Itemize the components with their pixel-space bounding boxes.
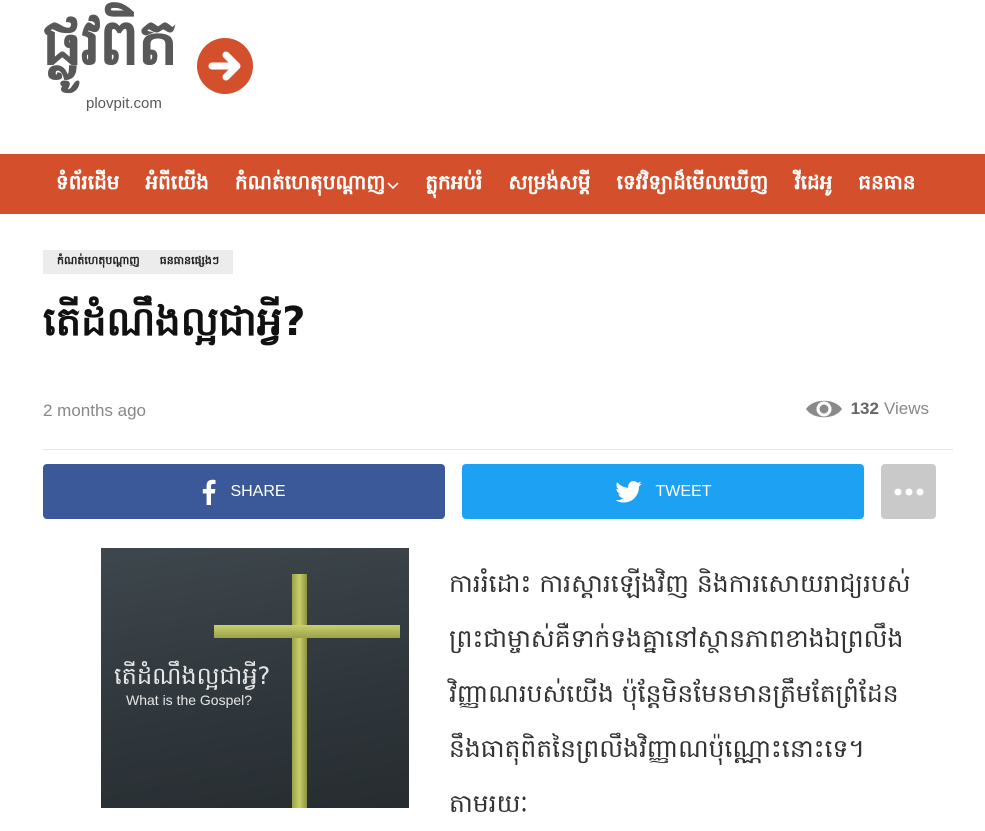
- logo-wordmark: ផ្លូវពិត: [42, 6, 178, 80]
- nav-item-blog[interactable]: កំណត់ហេតុបណ្ដាញ: [235, 169, 399, 199]
- nav-item-label: ត្លុកអប់រំ: [425, 170, 483, 194]
- nav-item-quotes[interactable]: សម្រង់សម្ដី: [509, 169, 591, 199]
- nav-item-resources[interactable]: ធនធាន: [858, 169, 915, 199]
- nav-item-label: វីដេអូ: [794, 170, 833, 194]
- divider: [43, 449, 953, 450]
- main-nav: ទំព័រដើម អំពីយើង កំណត់ហេតុបណ្ដាញ ត្លុកអប…: [0, 154, 985, 214]
- nav-item-videos[interactable]: វីដេអូ: [794, 169, 832, 199]
- facebook-share-label: SHARE: [230, 482, 286, 500]
- image-title-km: តើដំណឹងល្អជាអ្វី?: [114, 662, 271, 690]
- nav-item-label: ទេវវិទ្យាដ៏មើលឃើញ: [616, 170, 769, 194]
- twitter-icon: [614, 480, 642, 503]
- category-tag-blog[interactable]: កំណត់ហេតុបណ្ដាញ: [47, 254, 150, 270]
- facebook-share-button[interactable]: SHARE: [43, 464, 445, 519]
- nav-item-visual-theology[interactable]: ទេវវិទ្យាដ៏មើលឃើញ: [617, 169, 769, 199]
- nav-item-label: សម្រង់សម្ដី: [508, 170, 591, 194]
- post-date: 2 months ago: [43, 401, 147, 420]
- chevron-down-icon: [387, 182, 399, 190]
- nav-item-about[interactable]: អំពីយើង: [145, 169, 208, 199]
- nav-item-label: កំណត់ហេតុបណ្ដាញ: [234, 170, 386, 194]
- image-title-en: What is the Gospel?: [126, 692, 253, 708]
- facebook-icon: [203, 479, 216, 505]
- more-share-button[interactable]: [881, 464, 936, 519]
- nav-item-comedy[interactable]: ត្លុកអប់រំ: [425, 169, 482, 199]
- views-label: Views: [883, 399, 929, 418]
- eye-icon: [805, 400, 842, 418]
- nav-item-label: ធនធាន: [858, 170, 916, 194]
- article-featured-image: តើដំណឹងល្អជាអ្វី? What is the Gospel?: [101, 548, 409, 808]
- twitter-share-button[interactable]: TWEET: [462, 464, 864, 519]
- nav-item-label: អំពីយើង: [145, 170, 209, 194]
- category-tags: កំណត់ហេតុបណ្ដាញ ធនធានផ្សេងៗ: [43, 250, 234, 274]
- article-body: ការរំដោះ ការស្ដារឡើងវិញ និងការសោយរាជ្យរប…: [449, 569, 911, 818]
- nav-item-home[interactable]: ទំព័រដើម: [56, 169, 119, 199]
- twitter-share-label: TWEET: [655, 482, 712, 500]
- logo-domain: plovpit.com: [86, 95, 162, 112]
- more-dots-icon: [894, 488, 923, 495]
- nav-item-label: ទំព័រដើម: [56, 170, 120, 194]
- view-counter: 132 Views: [805, 396, 929, 422]
- arrow-right-icon: [197, 38, 253, 94]
- cross-horizontal-beam: [214, 625, 400, 638]
- category-tag-resources[interactable]: ធនធានផ្សេងៗ: [150, 254, 229, 270]
- site-logo[interactable]: ផ្លូវពិត plovpit.com: [42, 11, 257, 137]
- article-title: តើដំណឹងល្អជាអ្វី?: [43, 299, 306, 345]
- cross-vertical-beam: [292, 574, 307, 808]
- views-count: 132: [850, 399, 879, 418]
